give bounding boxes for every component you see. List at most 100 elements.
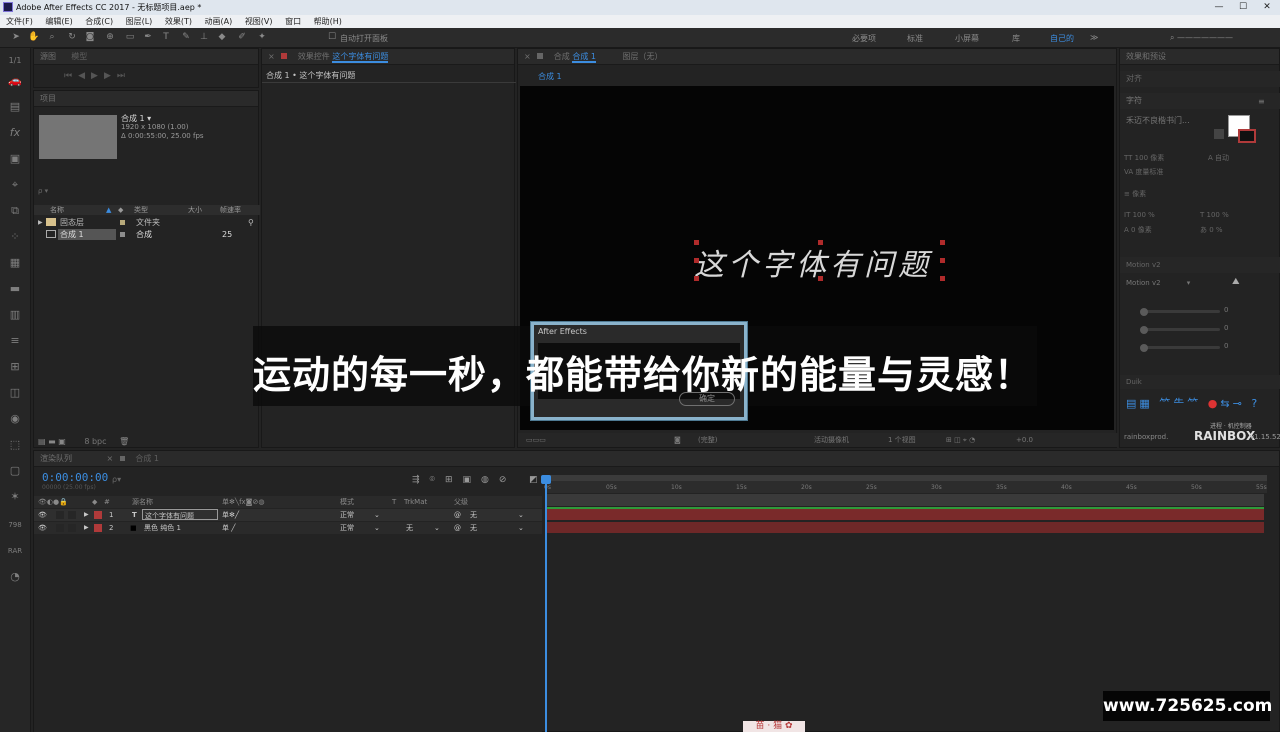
clock-script-icon[interactable]: ◔ [5,568,25,586]
motion-slider-3[interactable] [1140,346,1220,349]
col-size[interactable]: 大小 [188,205,202,215]
chevron-down-icon[interactable]: ⌄ [374,522,380,534]
font-size-field[interactable]: TT 100 像素 [1124,153,1164,163]
new-comp-icon[interactable]: ▣ [58,437,66,446]
minimize-button[interactable]: — [1208,0,1230,14]
text-handle[interactable] [940,240,945,245]
menu-help[interactable]: 帮助(H) [314,15,342,28]
render-queue-tab[interactable]: 渲染队列 [40,454,72,463]
bbox-script-icon[interactable]: ⬚ [5,436,25,454]
project-row[interactable]: 合成 1 合成 25 [34,229,260,240]
layer-bar-2[interactable] [547,522,1264,533]
layer-name-field[interactable]: 这个字体有问题 [142,509,218,520]
blend-mode-select[interactable]: 正常 [340,509,354,521]
layer-name[interactable]: 黑色 纯色 1 [144,522,181,534]
layer-row[interactable]: 👁 ▶ 2 ■ 黑色 纯色 1 单 ╱ 正常 ⌄ 无 ⌄ @ 无 ⌄ [34,522,542,534]
col-fps[interactable]: 帧速率 [220,205,241,215]
col-type[interactable]: 类型 [134,205,148,215]
views-select[interactable]: 1 个视图 [888,433,916,447]
av-switch-icons[interactable]: 👁◐●🔒 [38,496,68,508]
bpc-label[interactable]: 8 bpc [84,437,106,446]
new-folder-icon[interactable]: ▬ [48,437,56,446]
source-name-col[interactable]: 源名称 [132,496,153,508]
panel-close-icon[interactable]: × [268,52,275,61]
layer-row[interactable]: 👁 ▶ 1 T 这个字体有问题 单✻╱ 正常 ⌄ @ 无 ⌄ [34,509,542,521]
close-button[interactable]: ✕ [1256,0,1278,14]
stack-script-icon[interactable]: ▥ [5,306,25,324]
font-family-select[interactable]: 禾迈不良楷书门... [1126,115,1218,126]
trkmat-select[interactable]: 无 [406,522,413,534]
timeline-switch-icons[interactable]: ⇶⌾⊞▣◍⊘ ◩ [412,475,548,485]
label-icon[interactable]: ◆ [118,205,123,215]
effects-presets-header[interactable]: 效果和预设 [1120,49,1279,65]
roto-tool-icon[interactable]: ✐ [236,31,248,43]
puppet-tool-icon[interactable]: ✦ [256,31,268,43]
solo-switch[interactable] [68,524,76,532]
duik-tools-icons[interactable]: ▤▦ ⺮⺧⺮ ●⇆⊸ ? [1126,395,1260,411]
comp-breadcrumb[interactable]: 合成 1 [538,71,562,82]
motion-select[interactable]: Motion v2 ▾ [1126,279,1212,287]
maximize-button[interactable]: ☐ [1232,0,1254,14]
workspace-libraries[interactable]: 库 [1012,33,1020,44]
chevron-down-icon[interactable]: ⌄ [434,522,440,534]
slider-knob[interactable] [1140,308,1148,316]
camera-icon[interactable]: ◙ [674,433,681,447]
text-tool-icon[interactable]: T [160,31,172,43]
frame-script-icon[interactable]: ◫ [5,384,25,402]
flowchart-icon[interactable]: ⚲ [248,217,254,228]
duik-header[interactable]: Duik [1120,375,1280,389]
align-header[interactable]: 对齐 [1120,71,1280,87]
no-stroke-swatch[interactable] [1214,129,1224,139]
workspace-standard[interactable]: 标准 [907,33,923,44]
mask-tool-icon[interactable]: ▭ [124,31,136,43]
eraser-tool-icon[interactable]: ◆ [216,31,228,43]
trkmat-col[interactable]: TrkMat [404,496,427,508]
effect-controls-tab[interactable]: 这个字体有问题 [332,52,389,63]
expand-arrow-icon[interactable]: ▶ [84,509,89,521]
layer-search-input[interactable]: ρ▾ [112,475,121,484]
comp-tab[interactable]: 合成 1 [572,52,596,63]
spark-script-icon[interactable]: ✶ [5,488,25,506]
menu-composition[interactable]: 合成(C) [85,15,113,28]
comp-timeline-tab[interactable]: 合成 1 [135,454,159,463]
leading-field[interactable]: A 自动 [1208,153,1229,163]
menu-animation[interactable]: 动画(A) [205,15,233,28]
quality-select[interactable]: (完整) [698,433,717,447]
zoom-tool-icon[interactable]: ⌕ [46,31,58,43]
baseline-field[interactable]: A 0 像素 [1124,225,1152,235]
time-ruler[interactable] [547,481,1267,493]
text-handle[interactable] [940,258,945,263]
chevron-down-icon[interactable]: ⌄ [374,509,380,521]
text-handle[interactable] [818,276,823,281]
footer-icons[interactable]: ⊞ ◫ ⌖ ◔ [946,433,975,447]
parent-pickwhip-icon[interactable]: @ [454,509,461,521]
layer-tab[interactable]: 图层（无） [623,52,663,61]
rar-script-icon[interactable]: RAR [5,542,25,560]
lines-script-icon[interactable]: ≡ [5,332,25,350]
image2-script-icon[interactable]: ⧉ [5,202,25,220]
audio-switch[interactable] [56,524,64,532]
vertical-scale-field[interactable]: IT 100 % [1124,211,1155,219]
parent-pickwhip-icon[interactable]: @ [454,522,461,534]
camera-script-icon[interactable]: ◉ [5,410,25,428]
label-color[interactable] [94,511,102,519]
label-col-icon[interactable]: ◆ [92,496,97,508]
text-handle[interactable] [818,240,823,245]
fx-script-icon[interactable]: fx [5,124,25,142]
mountain-icon[interactable]: ⛰ [1232,277,1240,287]
rotate-tool-icon[interactable]: ↻ [66,31,78,43]
brush-tool-icon[interactable]: ✎ [180,31,192,43]
layer-switches[interactable]: 单 ╱ [222,522,235,534]
switches-col-icons[interactable]: 单✻╲fx◙⊘◍ [222,496,264,508]
clone-tool-icon[interactable]: ⊥ [198,31,210,43]
pan-behind-tool-icon[interactable]: ⊕ [104,31,116,43]
workspace-custom[interactable]: 自己的 [1050,33,1074,44]
trash-icon[interactable]: 🗑 [119,437,129,446]
snap-checkbox[interactable]: ☐ [326,31,338,43]
magnification-select[interactable]: ▭▭▭ [526,433,546,447]
lock-icon[interactable] [281,53,288,59]
interpret-footage-icon[interactable]: ▤ [38,437,46,446]
car-script-icon[interactable]: 🚗 [5,72,25,90]
slider-knob[interactable] [1140,326,1148,334]
menu-edit[interactable]: 编辑(E) [45,15,72,28]
